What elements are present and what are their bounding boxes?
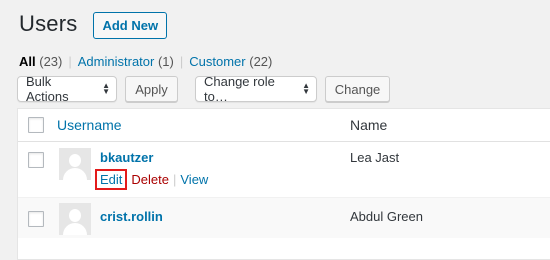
change-button[interactable]: Change [325,76,390,102]
table-row: bkautzer Lea Jast Edit Delete | View [18,142,550,198]
view-link[interactable]: View [180,172,208,187]
table-nav: Bulk Actions ▲ ▼ Apply Change role to… ▲ ▼… [17,74,390,104]
bulk-actions-value: Bulk Actions [26,74,69,104]
username-column-header[interactable]: Username [57,117,122,133]
change-role-value: Change role to… [204,74,275,104]
bulk-actions-select[interactable]: Bulk Actions ▲ ▼ [17,74,117,104]
filter-all[interactable]: All (23) [19,54,62,69]
row-actions: Edit Delete | View [95,169,208,190]
action-separator: | [172,172,177,187]
filter-administrator-label: Administrator [77,54,155,69]
edit-link[interactable]: Edit [95,169,128,190]
row-checkbox[interactable] [28,152,44,168]
user-role-filters: All (23) | Administrator (1) | Customer (22) [19,54,272,69]
add-new-button[interactable]: Add New [93,11,168,39]
filter-all-label: All [19,54,36,69]
row-checkbox[interactable] [28,211,44,227]
username-link[interactable]: crist.rollin [100,209,163,224]
table-header: Username Name [18,109,550,142]
apply-button[interactable]: Apply [125,76,178,102]
filter-administrator[interactable]: Administrator (1) [78,54,174,69]
filter-all-count: (23) [39,54,63,69]
user-full-name: Abdul Green [350,209,423,224]
updown-arrows-icon: ▲ ▼ [102,81,110,96]
change-role-select[interactable]: Change role to… ▲ ▼ [195,74,317,104]
filter-customer-label: Customer [189,54,246,69]
user-full-name: Lea Jast [350,150,400,165]
filter-separator: | [68,54,72,69]
delete-link[interactable]: Delete [131,172,169,187]
updown-arrows-icon: ▲ ▼ [302,81,310,96]
select-all-checkbox[interactable] [28,117,44,133]
filter-customer[interactable]: Customer (22) [189,54,272,69]
name-column-header: Name [350,117,388,133]
default-avatar-icon [59,203,91,235]
filter-separator: | [179,54,184,69]
default-avatar-icon [59,148,91,180]
filter-customer-count: (22) [249,54,273,69]
page-title: Users [19,11,78,36]
users-table: Username Name bkautzer Lea Jast Edit Del… [17,108,550,260]
username-link[interactable]: bkautzer [100,150,153,165]
title-row: Users Add New [19,10,168,39]
filter-administrator-count: (1) [157,54,174,69]
table-row: crist.rollin Abdul Green [18,198,550,238]
